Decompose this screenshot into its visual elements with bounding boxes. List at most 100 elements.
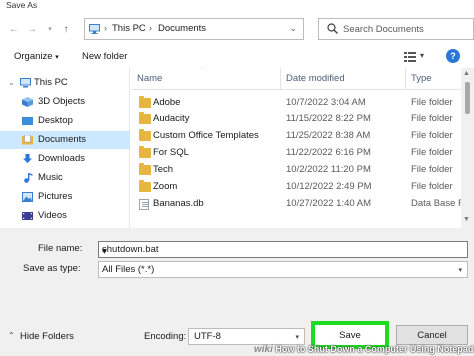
navigation-pane: ⌄ This PC 3D Objects Desktop Documents D… [0, 68, 130, 228]
view-dropdown-icon[interactable]: ▾ [420, 51, 424, 60]
column-header-type[interactable]: Type [411, 73, 432, 84]
file-row[interactable]: Audacity 11/15/2022 8:22 PM File folder [131, 111, 461, 127]
search-placeholder: Search Documents [343, 24, 424, 35]
nav-label: Music [38, 172, 63, 183]
chevron-down-icon: ▾ [55, 54, 59, 61]
nav-item-pictures[interactable]: Pictures [0, 188, 130, 206]
column-header-name[interactable]: Name [137, 73, 162, 84]
desktop-folder-icon [22, 117, 33, 125]
sort-arrow-icon: ^ [201, 68, 205, 73]
up-arrow-icon[interactable]: ↑ [60, 25, 72, 35]
file-name: For SQL [153, 147, 189, 158]
file-row[interactable]: Zoom 10/12/2022 2:49 PM File folder [131, 179, 461, 195]
file-name: Audacity [153, 113, 190, 124]
nav-item-this-pc[interactable]: ⌄ This PC [0, 74, 130, 92]
file-type: File folder [411, 130, 453, 141]
address-bar[interactable]: › This PC › Documents ⌄ [84, 18, 304, 40]
watermark-brand: wiki [254, 344, 273, 355]
videos-folder-icon [22, 212, 33, 220]
file-date: 10/7/2022 3:04 AM [286, 97, 366, 108]
save-button-label: Save [339, 330, 361, 341]
scroll-up-icon[interactable]: ▲ [463, 70, 470, 77]
file-date: 10/12/2022 2:49 PM [286, 181, 372, 192]
file-type: File folder [411, 164, 453, 175]
nav-label: Pictures [38, 191, 73, 202]
search-icon [327, 23, 338, 34]
file-row[interactable]: Bananas.db 10/27/2022 1:40 AM Data Base … [131, 196, 461, 212]
nav-item-downloads[interactable]: Downloads [0, 150, 130, 168]
file-type: File folder [411, 97, 453, 108]
pc-icon [89, 24, 100, 34]
hide-folders-button[interactable]: ⌃ Hide Folders [4, 330, 84, 344]
encoding-label: Encoding: [144, 331, 187, 342]
nav-label: Videos [38, 210, 67, 221]
nav-item-videos[interactable]: Videos [0, 207, 130, 225]
save-as-type-select[interactable]: All Files (*.*) ▾ [98, 261, 468, 278]
breadcrumb-this-pc[interactable]: This PC [112, 23, 146, 34]
encoding-select[interactable]: UTF-8 ▾ [188, 328, 305, 345]
folder-icon [139, 112, 151, 124]
file-name: Zoom [153, 181, 178, 192]
file-name: Custom Office Templates [153, 130, 259, 141]
back-arrow-icon[interactable]: ← [8, 25, 20, 35]
folder-icon [139, 96, 151, 108]
chevron-down-icon[interactable]: ⌄ [8, 78, 15, 87]
window-title: Save As [6, 0, 38, 10]
title-bar: Save As [0, 0, 474, 12]
address-dropdown-icon[interactable]: ⌄ [289, 23, 297, 34]
file-row[interactable]: Adobe 10/7/2022 3:04 AM File folder [131, 95, 461, 111]
file-name-input[interactable]: shutdown.bat ▾ [98, 241, 468, 258]
file-list: ^ Name Date modified Type Adobe 10/7/202… [131, 68, 461, 228]
scroll-down-icon[interactable]: ▼ [463, 216, 470, 223]
save-as-type-value: All Files (*.*) [102, 264, 155, 275]
column-divider[interactable] [280, 68, 281, 90]
breadcrumb-separator-icon: › [104, 23, 107, 33]
forward-arrow-icon[interactable]: → [26, 25, 38, 35]
file-row[interactable]: For SQL 11/22/2022 6:16 PM File folder [131, 145, 461, 161]
music-folder-icon [24, 173, 33, 183]
file-date: 11/25/2022 8:38 AM [286, 130, 371, 141]
vertical-scrollbar[interactable]: ▲ ▼ [461, 68, 474, 228]
folder-icon [139, 146, 151, 158]
view-options-icon[interactable] [404, 52, 416, 62]
file-type: Data Base File [411, 198, 461, 209]
save-options-panel: File name: shutdown.bat ▾ Save as type: … [0, 228, 474, 356]
file-date: 10/2/2022 11:20 PM [286, 164, 371, 175]
file-name: Bananas.db [153, 198, 204, 209]
nav-label: Downloads [38, 153, 85, 164]
file-row[interactable]: Tech 10/2/2022 11:20 PM File folder [131, 162, 461, 178]
help-icon[interactable]: ? [446, 49, 460, 63]
new-folder-button[interactable]: New folder [82, 51, 127, 62]
recent-chevron-icon[interactable]: ▾ [44, 25, 56, 35]
chevron-up-icon: ⌃ [8, 331, 15, 340]
database-file-icon [139, 199, 149, 210]
address-row: ← → ▾ ↑ › This PC › Documents ⌄ Search D… [0, 12, 474, 46]
toolbar: Organize ▾ New folder ▾ ? [0, 46, 474, 68]
nav-label: This PC [34, 77, 68, 88]
folder-icon [139, 129, 151, 141]
hide-folders-label: Hide Folders [20, 331, 74, 342]
chevron-down-icon[interactable]: ▾ [458, 266, 462, 274]
nav-item-documents[interactable]: Documents [0, 131, 130, 149]
encoding-value: UTF-8 [194, 331, 221, 342]
search-box[interactable]: Search Documents [318, 18, 474, 40]
file-row[interactable]: Custom Office Templates 11/25/2022 8:38 … [131, 128, 461, 144]
breadcrumb-documents[interactable]: Documents [158, 23, 206, 34]
scroll-thumb[interactable] [465, 82, 470, 114]
chevron-down-icon[interactable]: ▾ [295, 333, 299, 341]
cancel-button[interactable]: Cancel [396, 325, 468, 345]
cancel-button-label: Cancel [417, 330, 447, 341]
chevron-down-icon[interactable]: ▾ [102, 246, 462, 257]
nav-item-3d-objects[interactable]: 3D Objects [0, 93, 130, 111]
file-name: Adobe [153, 97, 181, 108]
organize-label: Organize [14, 51, 53, 62]
column-header-date[interactable]: Date modified [286, 73, 345, 84]
nav-item-music[interactable]: Music [0, 169, 130, 187]
column-divider[interactable] [405, 68, 406, 90]
organize-button[interactable]: Organize ▾ [14, 51, 59, 62]
nav-item-desktop[interactable]: Desktop [0, 112, 130, 130]
breadcrumb-separator-icon: › [149, 23, 152, 33]
file-type: File folder [411, 181, 453, 192]
file-type: File folder [411, 147, 453, 158]
watermark-caption: How to Shut Down a Computer Using Notepa… [275, 344, 474, 354]
